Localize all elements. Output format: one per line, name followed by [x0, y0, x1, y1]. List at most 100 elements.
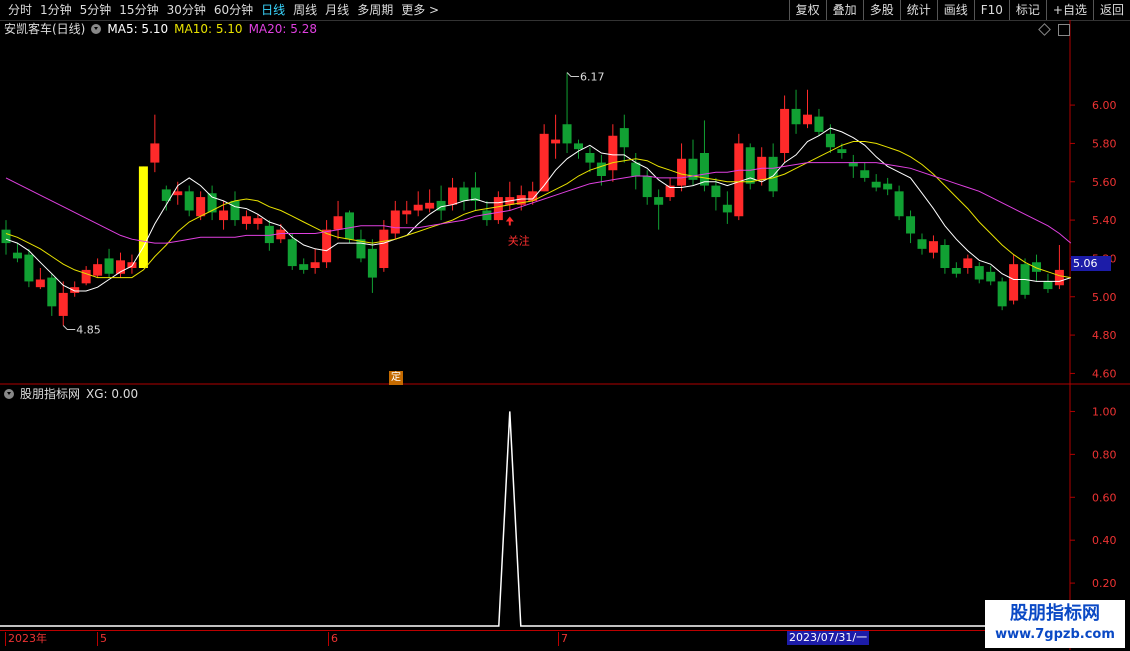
candle-body [608, 135, 618, 171]
candle-body [711, 185, 721, 198]
candle-body [551, 139, 561, 144]
candle-body [951, 268, 961, 274]
candle-body [1009, 264, 1019, 301]
candle-body [974, 266, 984, 280]
candle-body [940, 245, 950, 268]
indicator-title[interactable]: 股朋指标网 [20, 386, 80, 402]
period-tabs: 分时 1分钟 5分钟 15分钟 30分钟 60分钟 日线 周线 月线 多周期 更多 > [4, 0, 443, 20]
candle-body [768, 156, 778, 192]
attention-label: 关注 [508, 234, 530, 248]
tool-button-8[interactable]: 返回 [1092, 0, 1130, 20]
period-tab-4[interactable]: 30分钟 [163, 0, 210, 20]
indicator-settings-icon[interactable] [4, 389, 14, 399]
ind-tick-label-2: 0.60 [1092, 491, 1117, 504]
tool-button-0[interactable]: 复权 [788, 0, 826, 20]
candle-body [310, 262, 320, 268]
candle-body [402, 210, 412, 215]
candle-body [803, 114, 812, 125]
tool-button-5[interactable]: F10 [973, 0, 1009, 20]
tool-button-1[interactable]: 叠加 [825, 0, 863, 20]
watermark-logo: 股朋指标网 www.7gpzb.com [985, 600, 1125, 648]
candle-body [883, 183, 893, 190]
candle-body [848, 162, 858, 167]
candle-body [585, 153, 595, 163]
tool-button-4[interactable]: 画线 [936, 0, 974, 20]
candle-body [596, 162, 606, 176]
stock-title[interactable]: 安凯客车(日线) [4, 21, 85, 37]
candle-body [150, 143, 160, 163]
candle-body [413, 204, 423, 211]
candle-body [253, 218, 263, 224]
date-label-2: 6 [328, 632, 338, 646]
candle-body [390, 210, 400, 234]
candle-body [677, 158, 687, 186]
tool-button-7[interactable]: +自选 [1045, 0, 1093, 20]
tool-button-2[interactable]: 多股 [862, 0, 900, 20]
xg-label: XG: 0.00 [86, 387, 139, 401]
period-tab-10[interactable]: 更多 > [397, 0, 443, 20]
candle-body [459, 187, 469, 201]
candle-body [1054, 269, 1064, 286]
candle-body [47, 277, 57, 307]
tool-button-3[interactable]: 统计 [899, 0, 937, 20]
date-axis: 2023年 5 6 7 [0, 630, 1070, 651]
ind-tick-label-0: 1.00 [1092, 405, 1117, 418]
period-tab-2[interactable]: 5分钟 [76, 0, 116, 20]
price-tick-label-1: 5.80 [1092, 137, 1117, 150]
period-tab-7[interactable]: 周线 [289, 0, 321, 20]
candle-body [35, 279, 45, 288]
indicator-legend: 股朋指标网 XG: 0.00 [4, 386, 138, 402]
candle-body [425, 202, 435, 209]
candle-body [12, 252, 22, 259]
candle-body [642, 176, 652, 198]
period-tab-6[interactable]: 日线 [257, 0, 289, 20]
price-tick-label-5: 5.00 [1092, 291, 1117, 304]
chart-area[interactable]: 6.005.805.605.405.205.004.804.606.174.85… [0, 20, 1130, 650]
period-tab-5[interactable]: 60分钟 [210, 0, 257, 20]
candle-body [814, 116, 824, 132]
date-label-1: 5 [97, 632, 107, 646]
candle-body [997, 281, 1007, 307]
candle-body [837, 149, 847, 153]
ma10-label: MA10: 5.10 [174, 22, 243, 36]
candle-body [299, 264, 309, 270]
period-tab-8[interactable]: 月线 [321, 0, 353, 20]
window-toggle-icon[interactable] [1058, 24, 1070, 36]
price-tick-label-3: 5.40 [1092, 214, 1117, 227]
candle-body [207, 193, 217, 213]
main-legend: 安凯客车(日线) MA5: 5.10 MA10: 5.10 MA20: 5.28 [4, 21, 317, 37]
period-tab-1[interactable]: 1分钟 [36, 0, 76, 20]
price-tick-label-6: 4.80 [1092, 329, 1117, 342]
candle-body [70, 287, 80, 293]
fixed-tag[interactable]: 定 [389, 371, 403, 385]
price-tick-label-0: 6.00 [1092, 99, 1117, 112]
candle-body [24, 254, 34, 282]
candle-body [448, 187, 458, 205]
settings-circle-icon[interactable] [91, 24, 102, 34]
candle-body [734, 143, 744, 217]
xg-signal-line [0, 411, 1070, 627]
period-tab-3[interactable]: 15分钟 [115, 0, 162, 20]
candle-body [928, 241, 938, 253]
candle-body [333, 216, 343, 230]
cursor-date-label: 2023/07/31/一 [787, 631, 870, 645]
candle-body [196, 197, 206, 217]
candle-body [173, 191, 183, 196]
period-tab-9[interactable]: 多周期 [353, 0, 397, 20]
tool-button-6[interactable]: 标记 [1008, 0, 1046, 20]
period-tab-0[interactable]: 分时 [4, 0, 36, 20]
candle-body [1, 229, 11, 244]
high-price-label: 6.17 [580, 71, 605, 84]
ind-tick-label-3: 0.40 [1092, 534, 1117, 547]
candle-body [917, 239, 927, 249]
candle-body [825, 133, 835, 148]
candle-body [287, 239, 297, 267]
date-label-3: 7 [558, 632, 568, 646]
ind-tick-label-1: 0.80 [1092, 448, 1117, 461]
candle-body [791, 108, 801, 125]
candle-body [963, 258, 973, 268]
ma20-label: MA20: 5.28 [248, 22, 317, 36]
ma-line-ma5 [5, 127, 1071, 292]
candle-body [1043, 281, 1053, 290]
candle-body [780, 108, 790, 153]
